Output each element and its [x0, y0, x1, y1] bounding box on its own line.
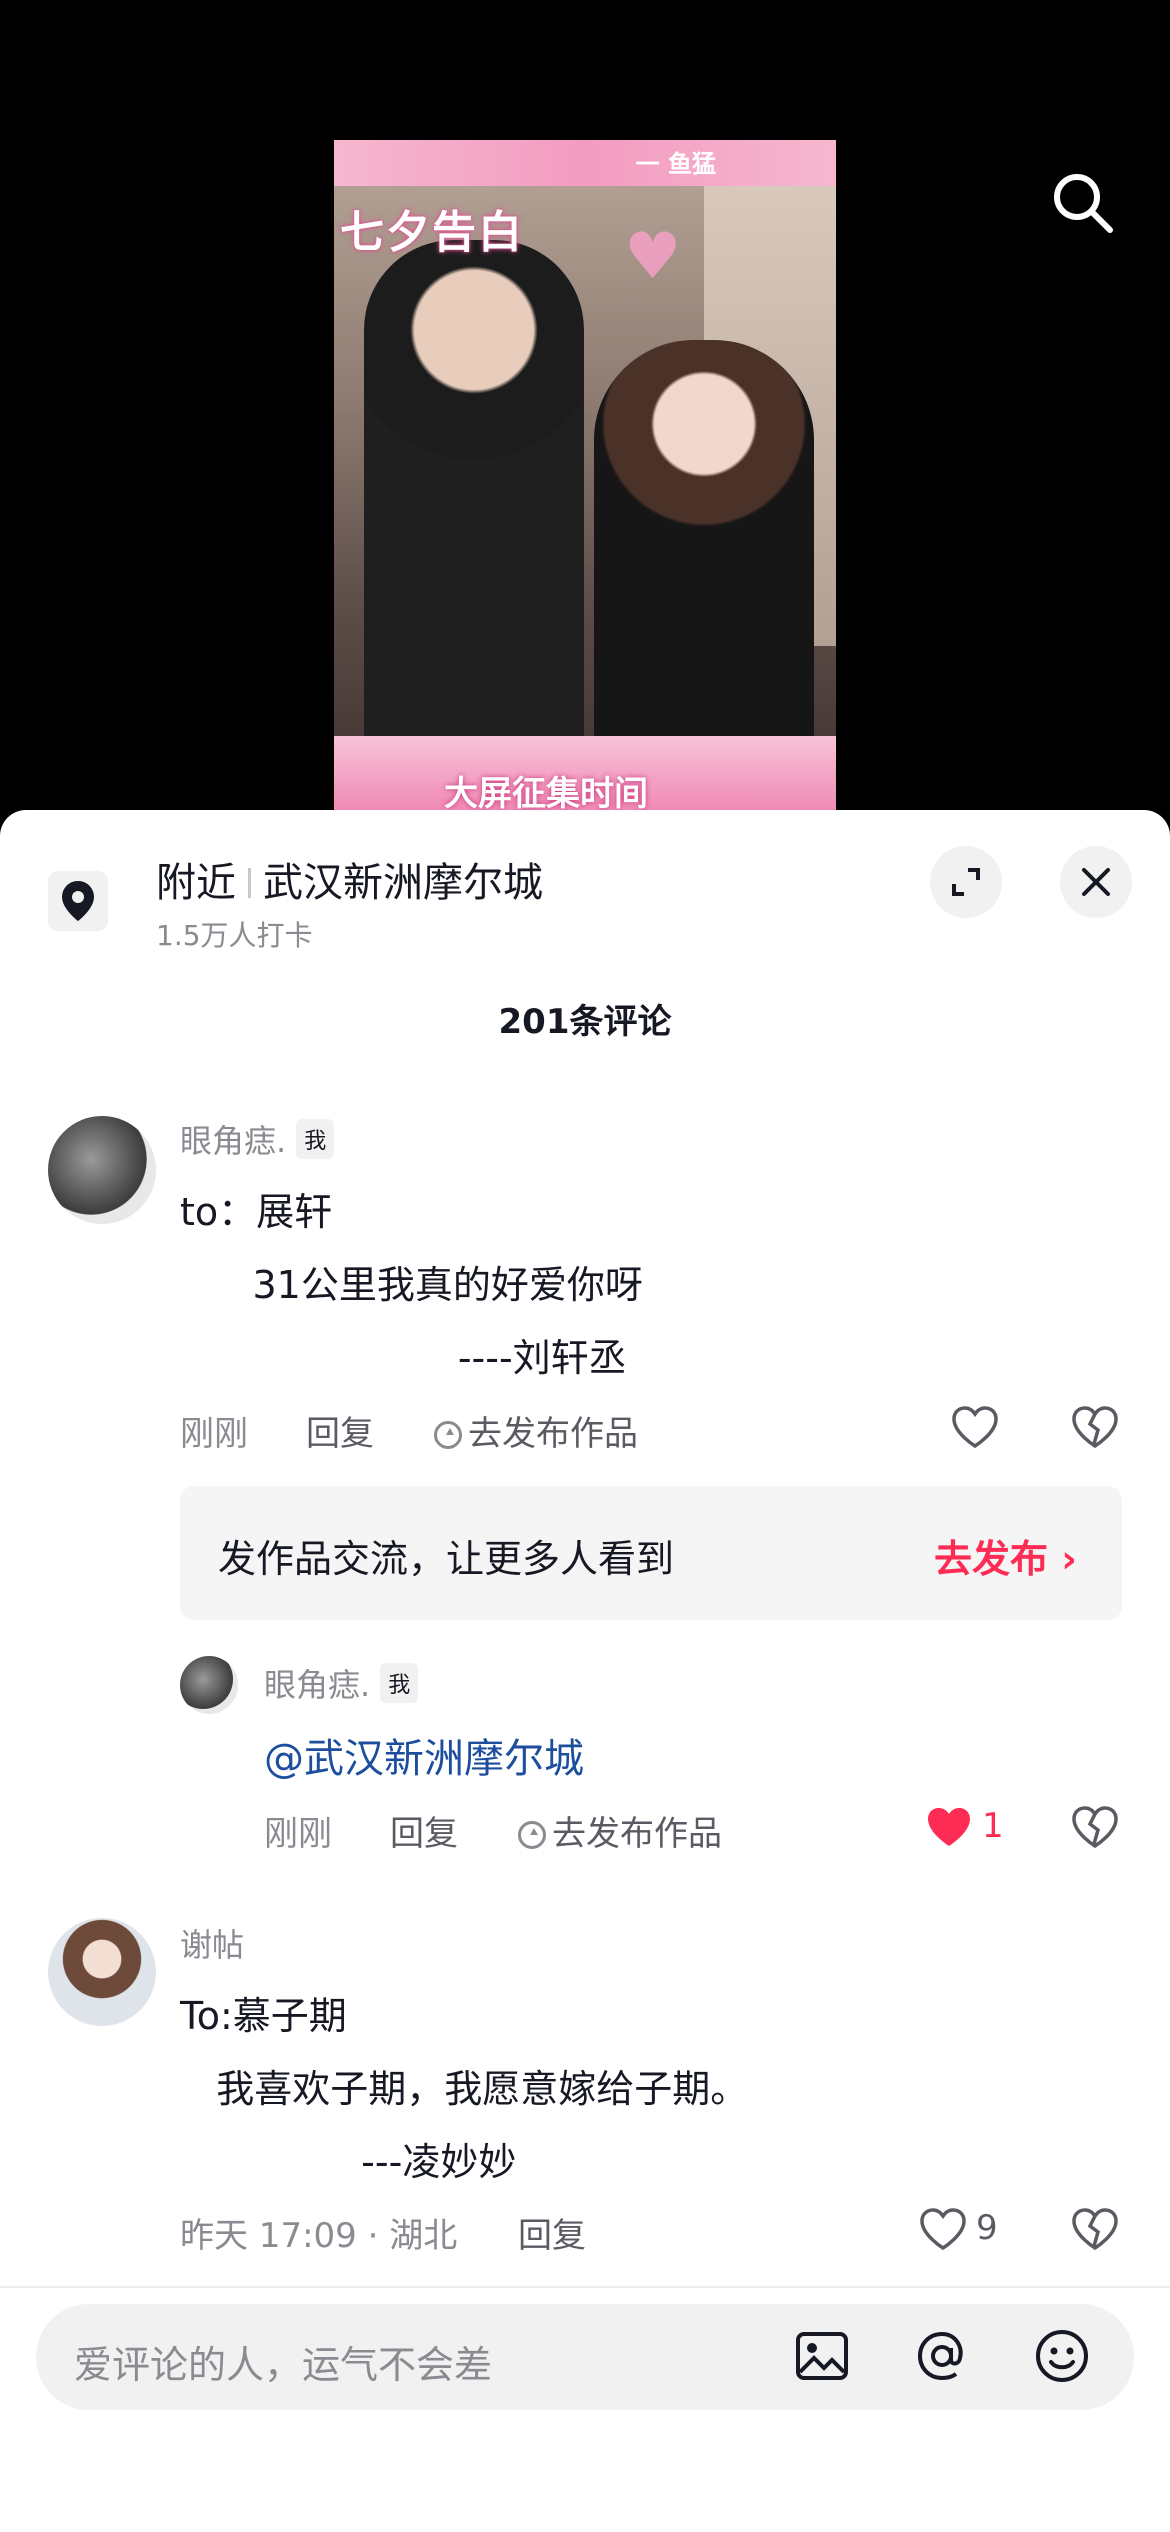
- comment-username[interactable]: 眼角痣. 我: [180, 1116, 335, 1162]
- expand-button[interactable]: [930, 846, 1002, 918]
- liked-heart-icon[interactable]: [924, 1804, 974, 1854]
- comment-line: 31公里我真的好爱你呀: [180, 1263, 643, 1307]
- expand-icon: [952, 868, 980, 896]
- image-icon[interactable]: [792, 2326, 852, 2386]
- video-person-left: [364, 240, 584, 740]
- reply-button[interactable]: 回复: [518, 2208, 586, 2257]
- avatar[interactable]: [48, 1918, 156, 2026]
- comment-count: 201条评论: [498, 1002, 672, 1042]
- comment-input-placeholder: 爱评论的人，运气不会差: [74, 2343, 493, 2387]
- comment-username[interactable]: 眼角痣. 我: [264, 1660, 419, 1706]
- like-count: 9: [976, 2208, 998, 2248]
- close-button[interactable]: [1060, 846, 1132, 918]
- promo-publish-link[interactable]: 去发布 ›: [934, 1528, 1077, 1583]
- location-separator: [248, 868, 251, 898]
- location-prefix: 附近: [156, 860, 236, 906]
- mention-icon[interactable]: [912, 2326, 972, 2386]
- dislike-icon[interactable]: [1070, 1404, 1120, 1454]
- publish-work-button[interactable]: 去发布作品: [518, 1806, 722, 1855]
- video-person-right: [594, 340, 814, 760]
- publish-work-button[interactable]: 去发布作品: [434, 1406, 638, 1455]
- video-banner-text: 一 鱼猛: [635, 150, 716, 178]
- comment-line: ---凌妙妙: [180, 2140, 517, 2184]
- comment-time: 刚刚: [264, 1814, 332, 1854]
- video-title-text: 七夕告白: [340, 207, 524, 258]
- reply-button[interactable]: 回复: [306, 1406, 374, 1455]
- location-name: 武汉新洲摩尔城: [263, 860, 543, 906]
- video-top-band: [334, 140, 836, 186]
- location-pin-icon: [48, 871, 108, 931]
- avatar[interactable]: [48, 1116, 156, 1224]
- input-divider: [0, 2286, 1170, 2288]
- reply-button[interactable]: 回复: [390, 1806, 458, 1855]
- avatar[interactable]: [180, 1656, 238, 1714]
- heart-decoration-icon: ♥: [624, 220, 682, 294]
- me-badge: 我: [380, 1663, 419, 1703]
- comment-line: to：展轩: [180, 1190, 333, 1234]
- like-icon[interactable]: [950, 1404, 1000, 1454]
- comment-line: To:慕子期: [180, 1994, 347, 2038]
- comment-line: 我喜欢子期，我愿意嫁给子期。: [180, 2067, 749, 2111]
- promo-text: 发作品交流，让更多人看到: [218, 1537, 675, 1581]
- video-bottom-text: 大屏征集时间: [444, 774, 648, 810]
- comment-time: 刚刚: [180, 1414, 248, 1454]
- comment-panel: [0, 810, 1170, 2532]
- dislike-icon[interactable]: [1070, 1804, 1120, 1854]
- comment-username[interactable]: 谢帖: [180, 1920, 244, 1966]
- upload-icon: [518, 1821, 546, 1849]
- like-count: 1: [982, 1806, 1004, 1846]
- me-badge: 我: [296, 1119, 335, 1159]
- location-title[interactable]: 附近 武汉新洲摩尔城: [156, 850, 543, 908]
- dislike-icon[interactable]: [1070, 2206, 1120, 2256]
- like-icon[interactable]: [918, 2206, 968, 2256]
- comment-meta: 昨天 17:09 · 湖北: [180, 2216, 458, 2256]
- location-checkin-count: 1.5万人打卡: [156, 919, 313, 952]
- upload-icon: [434, 1421, 462, 1449]
- close-icon: [1082, 868, 1110, 896]
- video-preview[interactable]: 一 鱼猛 ♥ 七夕告白 大屏征集时间: [334, 140, 836, 810]
- comment-line: ----刘轩丞: [180, 1336, 627, 1380]
- mention-link[interactable]: @武汉新洲摩尔城: [264, 1726, 584, 1784]
- emoji-icon[interactable]: [1032, 2326, 1092, 2386]
- search-icon[interactable]: [1050, 170, 1116, 236]
